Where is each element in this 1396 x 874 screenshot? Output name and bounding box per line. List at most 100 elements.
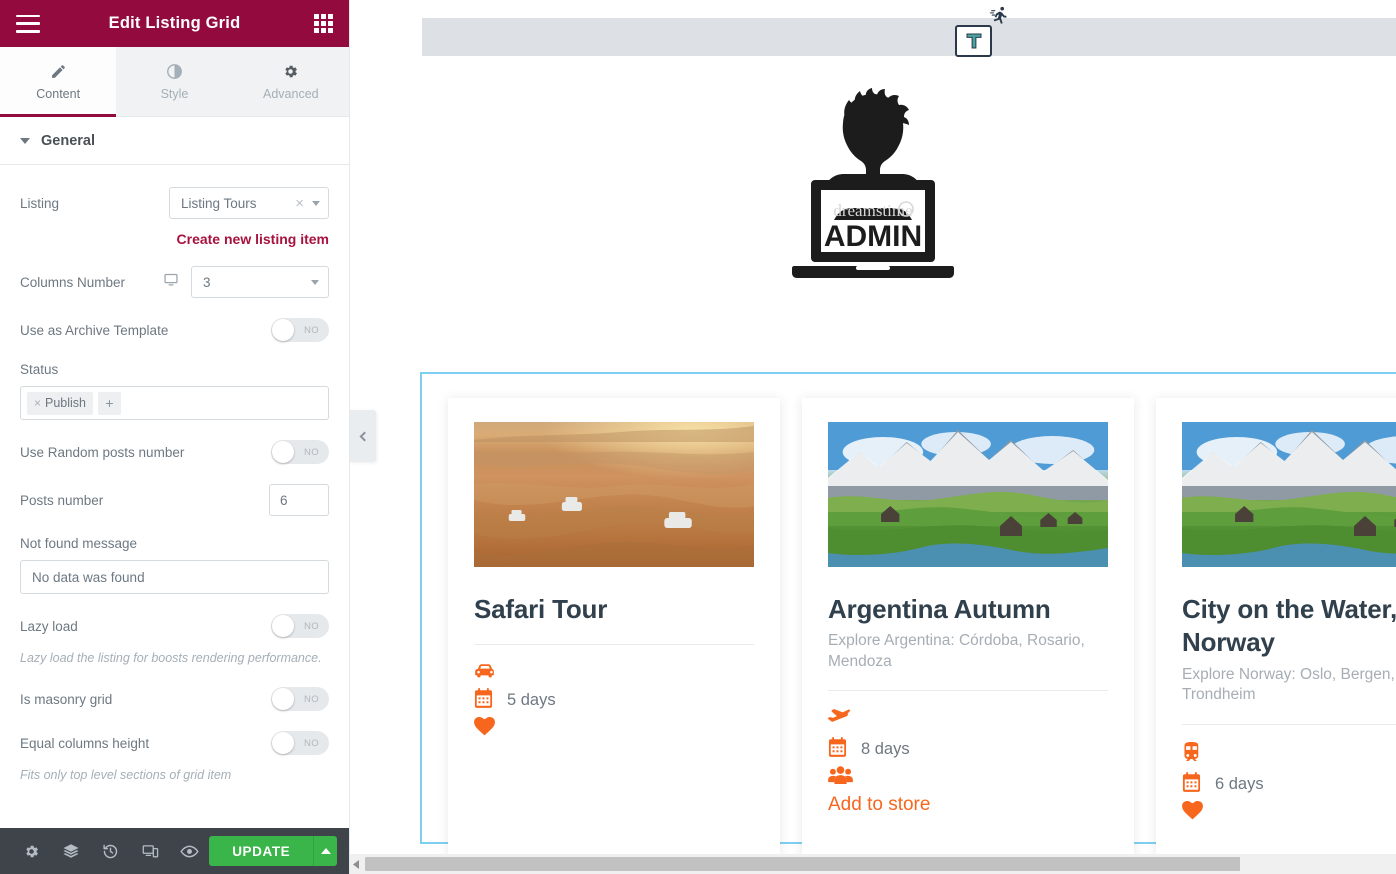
- card-thumbnail-alpine: [1182, 422, 1396, 567]
- chevron-left-icon: [359, 431, 370, 441]
- card-meta: 5 days: [474, 662, 754, 741]
- card-duration-row: 5 days: [474, 688, 754, 713]
- lazy-load-hint: Lazy load the listing for boosts renderi…: [20, 651, 322, 665]
- tab-content-label: Content: [36, 86, 81, 101]
- scroll-left-arrow[interactable]: [350, 854, 363, 874]
- status-tag-publish[interactable]: × Publish: [27, 391, 94, 415]
- equal-height-toggle[interactable]: NO: [271, 731, 329, 756]
- masonry-label: Is masonry grid: [20, 691, 113, 707]
- not-found-input[interactable]: No data was found: [20, 560, 329, 594]
- heart-icon[interactable]: [474, 717, 754, 741]
- columns-number-label: Columns Number: [20, 274, 126, 290]
- card-duration-row: 6 days: [1182, 771, 1396, 797]
- status-tag-label: Publish: [45, 396, 87, 410]
- horizontal-scrollbar[interactable]: [350, 854, 1396, 874]
- gear-icon[interactable]: [12, 828, 51, 874]
- tab-style-label: Style: [160, 86, 189, 101]
- posts-number-label: Posts number: [20, 492, 104, 508]
- archive-template-state: NO: [303, 324, 320, 336]
- toggle-knob: [272, 732, 294, 755]
- pencil-icon: [50, 63, 67, 80]
- lazy-load-state: NO: [303, 620, 320, 632]
- not-found-label: Not found message: [20, 536, 138, 551]
- archive-template-toggle[interactable]: NO: [271, 318, 329, 342]
- columns-number-value: 3: [203, 274, 211, 290]
- card-description: Explore Norway: Oslo, Bergen, Trondheim: [1182, 665, 1395, 704]
- posts-number-input[interactable]: 6: [269, 484, 329, 516]
- caret-down-icon: [20, 137, 30, 144]
- add-to-store-link[interactable]: Add to store: [828, 794, 1108, 816]
- tab-advanced[interactable]: Advanced: [232, 47, 349, 116]
- section-general-label: General: [41, 132, 95, 149]
- random-posts-toggle[interactable]: NO: [271, 440, 329, 464]
- equal-height-state: NO: [303, 737, 320, 749]
- listing-grid-widget[interactable]: Safari Tour 5 days Argentina Autumn Expl…: [420, 372, 1396, 857]
- preview-eye-icon[interactable]: [170, 828, 209, 874]
- layers-icon[interactable]: [51, 828, 90, 874]
- archive-template-label: Use as Archive Template: [20, 322, 169, 338]
- listing-card[interactable]: Safari Tour 5 days: [448, 398, 780, 857]
- calendar-icon: [474, 688, 493, 713]
- users-group-icon: [828, 766, 1108, 790]
- train-icon: [1182, 741, 1396, 768]
- tab-content[interactable]: Content: [0, 47, 117, 117]
- panel-collapse-handle[interactable]: [350, 410, 376, 462]
- update-options-button[interactable]: [313, 836, 337, 866]
- gear-icon: [282, 63, 299, 80]
- random-posts-state: NO: [303, 446, 320, 458]
- canvas-top-section[interactable]: [422, 18, 1396, 56]
- section-general[interactable]: General: [0, 117, 349, 165]
- equal-height-hint: Fits only top level sections of grid ite…: [20, 768, 232, 783]
- tag-remove-icon[interactable]: ×: [34, 396, 41, 410]
- control-columns-number: Columns Number 3: [20, 266, 329, 298]
- calendar-icon: [828, 737, 847, 762]
- elementor-settings-panel: Edit Listing Grid Content Style Advanced…: [0, 0, 350, 874]
- card-title: Safari Tour: [474, 594, 608, 624]
- equal-height-label: Equal columns height: [20, 735, 150, 751]
- page-title: Edit Listing Grid: [108, 14, 241, 32]
- listing-card[interactable]: City on the Water, Norway Explore Norway…: [1156, 398, 1396, 857]
- status-tag-input[interactable]: × Publish +: [20, 386, 329, 420]
- panel-tabs: Content Style Advanced: [0, 47, 349, 117]
- lazy-load-toggle[interactable]: NO: [271, 614, 329, 638]
- card-title: Argentina Autumn: [828, 594, 1051, 624]
- create-new-listing-item-link[interactable]: Create new listing item: [20, 231, 329, 247]
- admin-laptop-logo: dreamstime ADMIN: [350, 88, 1396, 284]
- card-duration: 5 days: [507, 691, 556, 710]
- desktop-monitor-icon[interactable]: [163, 272, 179, 292]
- tab-advanced-label: Advanced: [263, 86, 319, 101]
- t-letter-badge[interactable]: [955, 25, 992, 57]
- random-posts-label: Use Random posts number: [20, 444, 185, 460]
- history-icon[interactable]: [91, 828, 130, 874]
- not-found-value: No data was found: [32, 569, 145, 585]
- tab-style[interactable]: Style: [116, 47, 233, 116]
- columns-number-select[interactable]: 3: [191, 266, 329, 298]
- half-circle-icon: [166, 63, 183, 80]
- editor-canvas: dreamstime ADMIN Safari Tour 5 days Arge…: [350, 0, 1396, 874]
- listing-select-value: Listing Tours: [181, 195, 257, 211]
- control-listing: Listing Listing Tours ×: [20, 187, 329, 219]
- grid-apps-icon[interactable]: [314, 14, 333, 33]
- hamburger-icon[interactable]: [16, 14, 40, 33]
- listing-card[interactable]: Argentina Autumn Explore Argentina: Córd…: [802, 398, 1134, 857]
- caret-up-icon: [320, 848, 331, 854]
- heart-icon[interactable]: [1182, 800, 1396, 825]
- admin-text: ADMIN: [824, 220, 922, 253]
- masonry-toggle[interactable]: NO: [271, 687, 329, 712]
- status-add-button[interactable]: +: [98, 391, 122, 415]
- caret-down-icon: [312, 200, 320, 206]
- status-label: Status: [20, 362, 59, 377]
- listing-grid-row-1: Safari Tour 5 days Argentina Autumn Expl…: [422, 374, 1396, 857]
- caret-down-icon: [311, 279, 319, 285]
- scrollbar-thumb[interactable]: [365, 857, 1240, 871]
- update-button[interactable]: UPDATE: [209, 836, 314, 866]
- control-posts-number: Posts number 6: [20, 484, 329, 516]
- panel-footer-bar: UPDATE: [0, 828, 349, 874]
- listing-select[interactable]: Listing Tours ×: [169, 187, 329, 219]
- responsive-icon[interactable]: [130, 828, 169, 874]
- close-x-icon[interactable]: ×: [291, 196, 308, 211]
- control-masonry: Is masonry grid NO: [20, 687, 329, 712]
- running-person-icon: [988, 5, 1010, 32]
- card-divider: [1182, 723, 1396, 725]
- card-description: Explore Argentina: Córdoba, Rosario, Men…: [828, 632, 1085, 670]
